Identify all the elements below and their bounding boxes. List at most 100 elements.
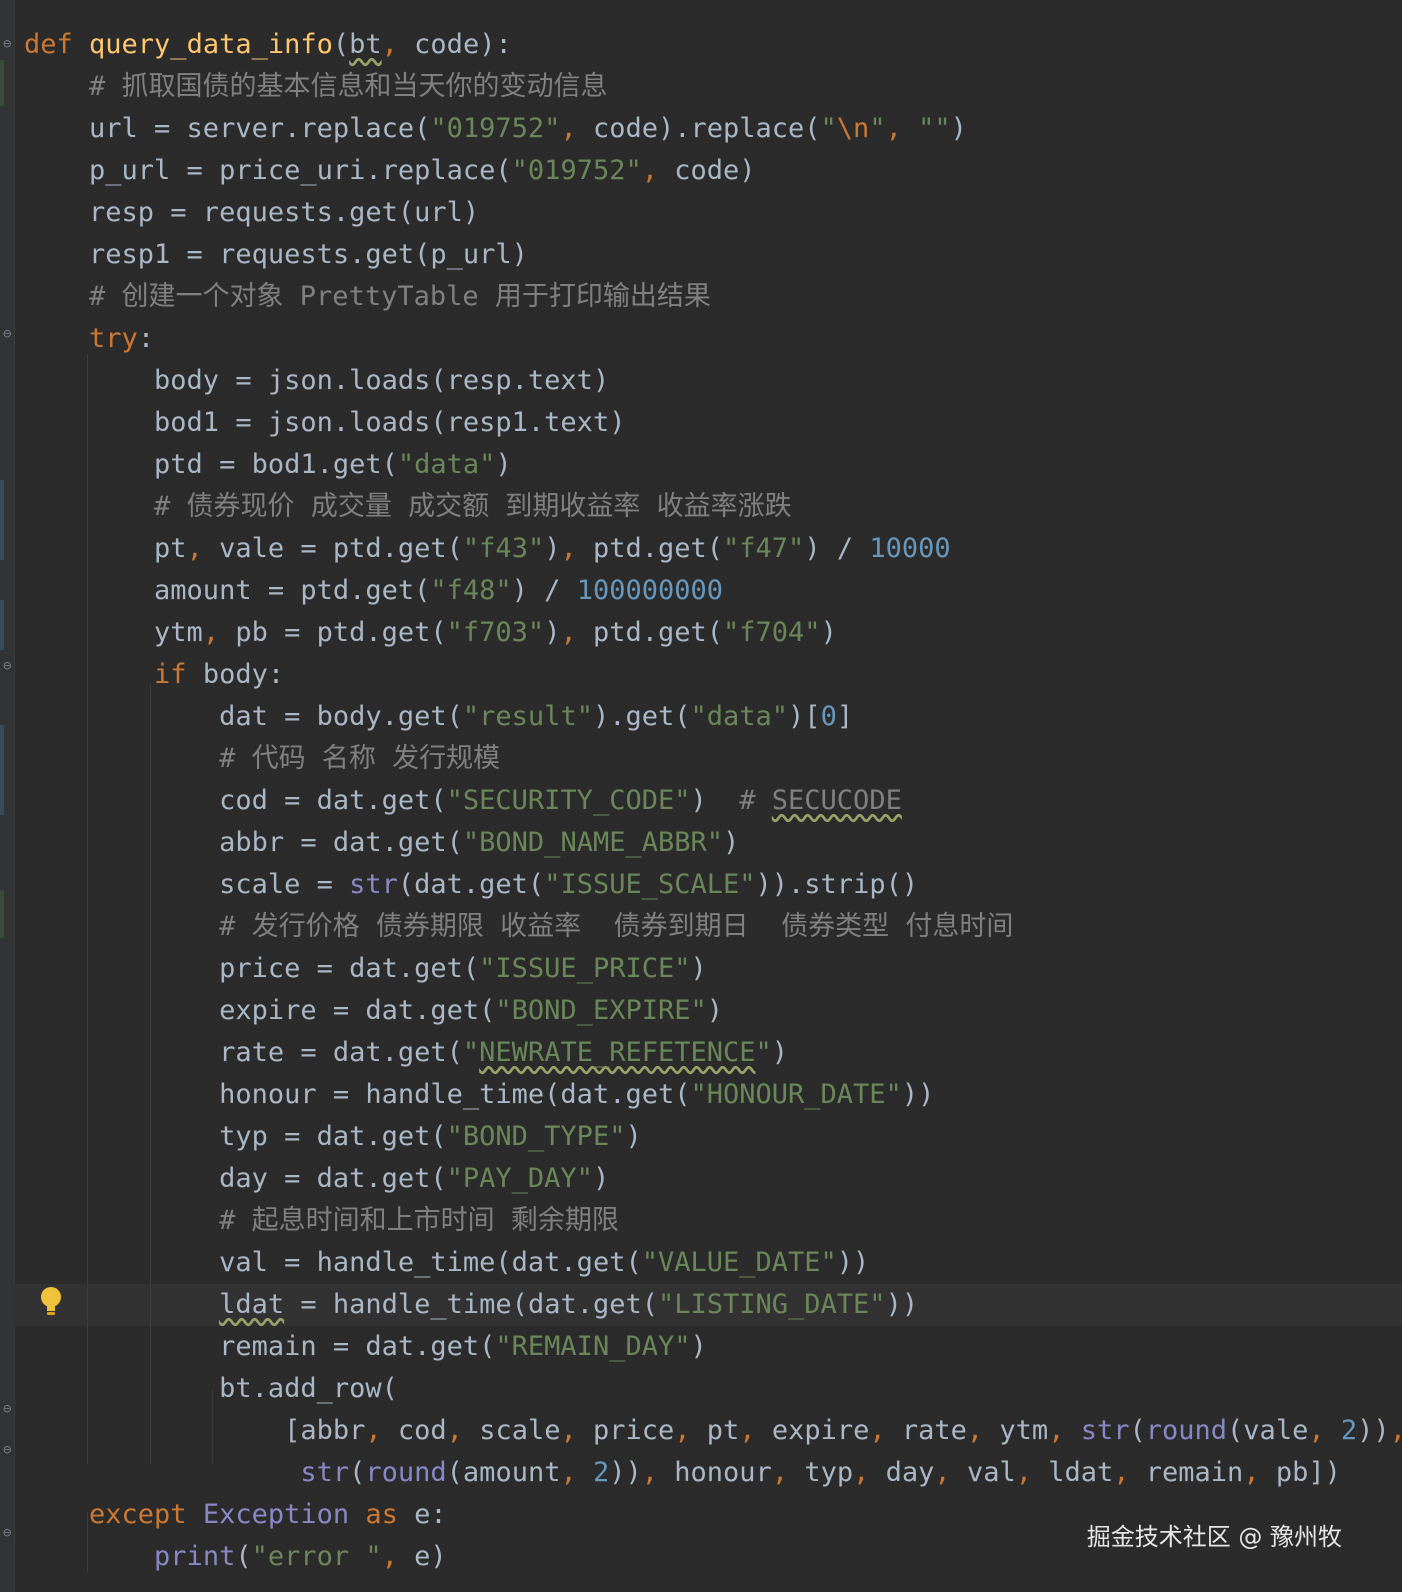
code-line[interactable]: dat = body.get("result").get("data")[0] xyxy=(24,696,1402,738)
fold-icon[interactable]: ⊖ xyxy=(3,1401,19,1417)
code-token: , xyxy=(641,155,675,186)
code-line[interactable]: # 起息时间和上市时间 剩余期限 xyxy=(24,1200,1402,1242)
code-line[interactable]: honour = handle_time(dat.get("HONOUR_DAT… xyxy=(24,1074,1402,1116)
code-line[interactable]: rate = dat.get("NEWRATE_REFETENCE") xyxy=(24,1032,1402,1074)
code-token: # 起息时间和上市时间 剩余期限 xyxy=(219,1205,619,1236)
code-line[interactable]: ptd = bod1.get("data") xyxy=(24,444,1402,486)
code-line[interactable]: try: xyxy=(24,318,1402,360)
code-token: ) xyxy=(771,1037,789,1068)
code-token: expire = dat.get( xyxy=(24,995,496,1026)
code-token: price xyxy=(592,1415,675,1446)
code-token: scale = xyxy=(24,869,350,900)
code-token: , xyxy=(381,1541,415,1572)
code-token: bt xyxy=(349,29,382,60)
code-token: # 代码 名称 发行规模 xyxy=(219,743,501,774)
code-token: "f704" xyxy=(723,617,821,648)
editor-gutter[interactable]: ⊖ ⊖ ⊖ ⊖ ⊖ ⊖ xyxy=(0,0,15,1592)
code-token: ( xyxy=(235,1541,252,1572)
code-line[interactable]: amount = ptd.get("f48") / 100000000 xyxy=(24,570,1402,612)
code-line[interactable]: # 创建一个对象 PrettyTable 用于打印输出结果 xyxy=(24,276,1402,318)
code-line[interactable]: url = server.replace("019752", code).rep… xyxy=(24,108,1402,150)
code-line[interactable]: scale = str(dat.get("ISSUE_SCALE")).stri… xyxy=(24,864,1402,906)
code-line[interactable]: bod1 = json.loads(resp1.text) xyxy=(24,402,1402,444)
code-line[interactable]: cod = dat.get("SECURITY_CODE") # SECUCOD… xyxy=(24,780,1402,822)
code-token: query_data_info xyxy=(89,29,333,60)
code-token: )) xyxy=(1357,1415,1390,1446)
code-token: "" xyxy=(918,113,951,144)
code-token: "data" xyxy=(397,449,496,480)
code-token: ) xyxy=(690,785,740,816)
code-line[interactable]: p_url = price_uri.replace("019752", code… xyxy=(24,150,1402,192)
code-token: ) xyxy=(723,827,740,858)
code-token: pb = ptd.get( xyxy=(235,617,447,648)
fold-icon[interactable]: ⊖ xyxy=(3,658,19,674)
code-line[interactable]: def query_data_info(bt, code): xyxy=(24,24,1402,66)
code-token: vale = ptd.get( xyxy=(219,533,463,564)
code-line[interactable]: price = dat.get("ISSUE_PRICE") xyxy=(24,948,1402,990)
code-editor[interactable]: ⊖ ⊖ ⊖ ⊖ ⊖ ⊖ def query_data_info(bt, code… xyxy=(0,0,1402,1592)
code-line[interactable]: # 发行价格 债券期限 收益率 债券到期日 债券类型 付息时间 xyxy=(24,906,1402,948)
code-token: 0 xyxy=(820,701,837,732)
code-token: )[ xyxy=(788,701,821,732)
code-token: ) xyxy=(544,533,561,564)
code-token: code).replace( xyxy=(592,113,821,144)
code-token: # 债券现价 成交量 成交额 到期收益率 收益率涨跌 xyxy=(154,491,792,522)
code-line[interactable]: [abbr, cod, scale, price, pt, expire, ra… xyxy=(24,1410,1402,1452)
code-token: , xyxy=(560,1415,593,1446)
code-token: "f48" xyxy=(430,575,512,606)
code-token: rate = dat.get( xyxy=(24,1037,463,1068)
code-area[interactable]: def query_data_info(bt, code): # 抓取国债的基本… xyxy=(24,24,1402,1578)
code-token: str xyxy=(349,869,398,900)
fold-icon[interactable]: ⊖ xyxy=(3,36,19,52)
code-token: , xyxy=(739,1415,772,1446)
code-line[interactable]: ytm, pb = ptd.get("f703"), ptd.get("f704… xyxy=(24,612,1402,654)
code-line[interactable]: expire = dat.get("BOND_EXPIRE") xyxy=(24,990,1402,1032)
code-token: )).strip() xyxy=(755,869,919,900)
fold-icon[interactable]: ⊖ xyxy=(3,1442,19,1458)
code-token: , xyxy=(365,1415,398,1446)
code-line[interactable]: resp1 = requests.get(p_url) xyxy=(24,234,1402,276)
code-token: , xyxy=(885,113,919,144)
code-line[interactable]: remain = dat.get("REMAIN_DAY") xyxy=(24,1326,1402,1368)
code-token: , xyxy=(381,29,415,60)
code-token: , xyxy=(853,1457,886,1488)
code-line[interactable]: typ = dat.get("BOND_TYPE") xyxy=(24,1116,1402,1158)
code-token: resp = requests.get(url) xyxy=(24,197,480,228)
code-line[interactable]: ldat = handle_time(dat.get("LISTING_DATE… xyxy=(24,1284,1402,1326)
code-token: , xyxy=(560,617,593,648)
code-line[interactable]: day = dat.get("PAY_DAY") xyxy=(24,1158,1402,1200)
code-token: "BOND_NAME_ABBR" xyxy=(462,827,723,858)
code-token: ( xyxy=(349,1457,366,1488)
code-line[interactable]: if body: xyxy=(24,654,1402,696)
code-token: NEWRATE_REFETENCE xyxy=(479,1037,756,1068)
code-token: remain = dat.get( xyxy=(24,1331,496,1362)
code-line[interactable]: # 代码 名称 发行规模 xyxy=(24,738,1402,780)
code-token: , xyxy=(560,1457,593,1488)
code-token: "data" xyxy=(690,701,789,732)
code-token: ) xyxy=(690,953,707,984)
code-token: ) xyxy=(592,1163,610,1194)
code-token: try xyxy=(89,323,138,354)
fold-icon[interactable]: ⊖ xyxy=(3,1525,19,1541)
code-line[interactable]: pt, vale = ptd.get("f43"), ptd.get("f47"… xyxy=(24,528,1402,570)
code-token: )) xyxy=(885,1289,919,1320)
code-line[interactable]: body = json.loads(resp.text) xyxy=(24,360,1402,402)
code-token: 2 xyxy=(1340,1415,1358,1446)
code-token: day xyxy=(885,1457,935,1488)
change-marker xyxy=(0,725,4,815)
code-line[interactable]: val = handle_time(dat.get("VALUE_DATE")) xyxy=(24,1242,1402,1284)
fold-icon[interactable]: ⊖ xyxy=(3,326,19,342)
code-token: code) xyxy=(674,155,756,186)
code-line[interactable]: bt.add_row( xyxy=(24,1368,1402,1410)
code-token: "error " xyxy=(251,1541,382,1572)
code-token: pt xyxy=(706,1415,740,1446)
code-line[interactable]: resp = requests.get(url) xyxy=(24,192,1402,234)
code-line[interactable]: str(round(amount, 2)), honour, typ, day,… xyxy=(24,1452,1402,1494)
code-line[interactable]: # 债券现价 成交量 成交额 到期收益率 收益率涨跌 xyxy=(24,486,1402,528)
code-line[interactable]: abbr = dat.get("BOND_NAME_ABBR") xyxy=(24,822,1402,864)
code-line[interactable]: # 抓取国债的基本信息和当天你的变动信息 xyxy=(24,66,1402,108)
